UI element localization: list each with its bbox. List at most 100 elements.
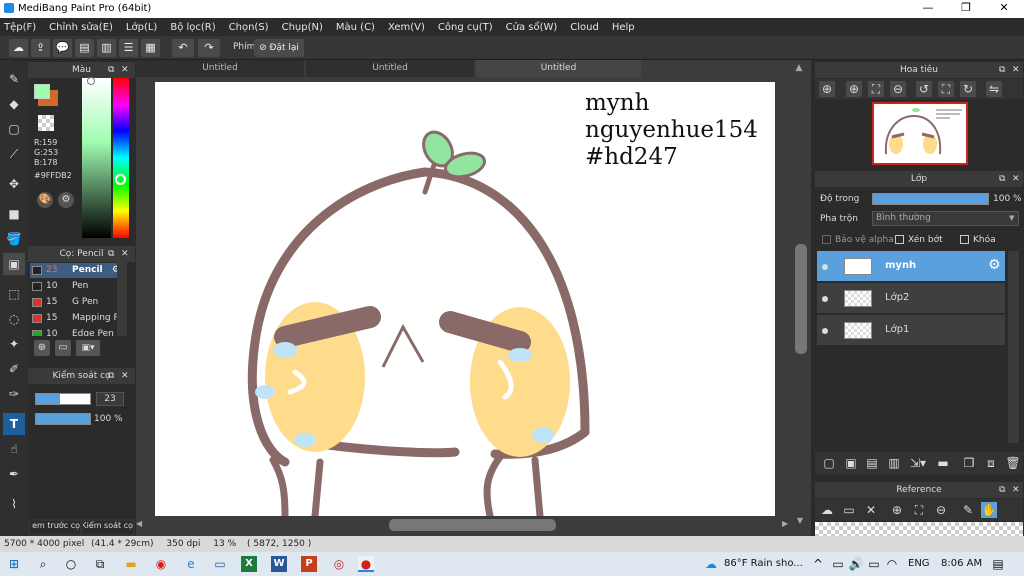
layer-row[interactable]: mynh ⚙ [817,251,1005,282]
menu-help[interactable]: Help [612,22,635,33]
menu-file[interactable]: Tệp(F) [4,22,36,33]
open-folder-icon[interactable]: ▭ [841,502,857,518]
cortana-icon[interactable]: ○ [63,556,79,572]
start-icon[interactable]: ⊞ [6,556,22,572]
visibility-icon[interactable] [822,328,828,334]
search-icon[interactable]: ⌕ [35,556,51,572]
select-eraser-tool-icon[interactable]: ✑ [3,383,25,405]
fit-icon[interactable]: ⛶ [911,502,927,518]
task-view-icon[interactable]: ⧉ [92,556,108,572]
cloud-icon[interactable]: ☁ [9,39,28,57]
close-icon[interactable]: ✕ [863,502,879,518]
chevron-up-icon[interactable]: ^ [810,556,826,572]
menu-tools[interactable]: Công cụ(T) [438,22,493,33]
vertical-scrollbar[interactable] [795,244,807,354]
wifi-icon[interactable]: ◠ [884,556,900,572]
powerpoint-icon[interactable]: P [301,556,317,572]
zoom-out-icon[interactable]: ⊖ [890,81,906,97]
redo-button[interactable]: ↷ [198,39,220,57]
brush-tool-icon[interactable]: ✎ [3,68,25,90]
opacity-slider[interactable] [35,413,91,425]
excel-icon[interactable]: X [241,556,257,572]
weather-text[interactable]: 86°F Rain sho... [724,558,803,569]
menu-edit[interactable]: Chỉnh sửa(E) [49,22,113,33]
zoom-in-alt-icon[interactable]: ⊕ [846,81,862,97]
line-tool-icon[interactable]: ⟋ [3,143,25,165]
scroll-left-icon[interactable]: ◀ [136,519,142,528]
layer-opacity-slider[interactable] [872,193,989,205]
doc-tab[interactable]: Untitled [306,60,474,77]
menu-color[interactable]: Màu (C) [336,22,375,33]
hue-handle[interactable] [115,174,126,185]
trash-icon[interactable]: 🗑 [1005,455,1021,471]
lasso-tool-icon[interactable]: ◌ [3,308,25,330]
close-panel-icon[interactable]: ✕ [121,368,129,384]
eyedropper-tool-icon[interactable]: ⌇ [3,493,25,515]
select-rect-tool-icon[interactable]: ⬚ [3,283,25,305]
add-layer-menu-icon[interactable]: ⇲▾ [907,455,929,471]
new-halftone-layer-icon[interactable]: ▣ [843,455,859,471]
medibang-taskbar-icon[interactable]: ● [358,556,374,572]
rectangle-tool-icon[interactable]: ▢ [3,118,25,140]
popout-icon[interactable]: ⧉ [999,171,1005,187]
menu-layer[interactable]: Lớp(L) [126,22,157,33]
comment-icon[interactable]: 💬 [53,39,72,57]
doc-tab-active[interactable]: Untitled [476,60,641,77]
protect-alpha-checkbox[interactable] [822,235,831,244]
foreground-color-swatch[interactable] [34,84,50,99]
close-panel-icon[interactable]: ✕ [121,62,129,78]
message-icon[interactable]: ▤ [75,39,94,57]
visibility-icon[interactable] [822,296,828,302]
network-icon[interactable]: ▭ [830,556,846,572]
merge-layer-icon[interactable]: ⧈ [983,455,999,471]
popout-icon[interactable]: ⧉ [999,482,1005,498]
close-button[interactable]: ✕ [986,1,1022,17]
tab-brush-control[interactable]: Kiểm soát cọ [83,521,133,534]
clipping-checkbox[interactable] [895,235,904,244]
transparent-swatch[interactable] [38,115,54,131]
gear-icon[interactable]: ⚙ [988,257,1001,273]
new-8bit-layer-icon[interactable]: ▤ [864,455,880,471]
share-icon[interactable]: ⇪ [31,39,50,57]
rotate-right-icon[interactable]: ↻ [960,81,976,97]
scroll-down-icon[interactable]: ▼ [794,516,806,525]
duplicate-layer-icon[interactable]: ❐ [961,455,977,471]
doc-tab[interactable]: Untitled [136,60,304,77]
zoom-in-icon[interactable]: ⊕ [819,81,835,97]
lock-checkbox[interactable] [960,235,969,244]
menu-window[interactable]: Cửa sổ(W) [506,22,558,33]
pen-tool-icon[interactable]: ✒ [3,463,25,485]
app-icon[interactable]: ◉ [153,556,169,572]
rotate-left-icon[interactable]: ↺ [916,81,932,97]
blend-mode-select[interactable]: Bình thường ▼ [872,211,1019,226]
eyedropper-icon[interactable]: ✎ [960,502,976,518]
undo-button[interactable]: ↶ [172,39,194,57]
brush-menu-icon[interactable]: ▣▾ [76,340,100,356]
menu-filter[interactable]: Bộ lọc(R) [170,22,215,33]
add-brush-icon[interactable]: ⊕ [34,340,50,356]
chrome-icon[interactable]: ◎ [331,556,347,572]
color-value-gradient[interactable] [82,78,111,238]
popout-icon[interactable]: ⧉ [999,62,1005,78]
magic-wand-tool-icon[interactable]: ✦ [3,333,25,355]
palette-icon[interactable]: 🎨 [37,192,53,208]
grid-icon[interactable]: ▦ [141,39,160,57]
drawing-canvas[interactable]: mynh nguyenhue154 #hd247 [155,82,775,516]
close-panel-icon[interactable]: ✕ [121,246,129,262]
size-slider[interactable] [35,393,91,405]
close-panel-icon[interactable]: ✕ [1012,171,1020,187]
clock[interactable]: 8:06 AM [941,558,982,569]
horizontal-scrollbar[interactable] [389,519,556,531]
menu-select[interactable]: Chọn(S) [229,22,269,33]
navigator-preview[interactable] [872,102,968,165]
gradient-tool-icon[interactable]: ▣ [3,253,25,275]
size-value[interactable]: 23 [96,392,124,406]
tab-brush-preview[interactable]: em trước cọ [30,521,80,534]
brush-item[interactable]: 10 Pen [30,279,122,294]
popout-icon[interactable]: ⧉ [108,368,114,384]
menu-view[interactable]: Xem(V) [388,22,425,33]
text-tool-icon[interactable]: T [3,413,25,435]
reference-area[interactable] [815,522,1023,536]
palette-settings-icon[interactable]: ⚙ [58,192,74,208]
menu-snap[interactable]: Chụp(N) [282,22,323,33]
